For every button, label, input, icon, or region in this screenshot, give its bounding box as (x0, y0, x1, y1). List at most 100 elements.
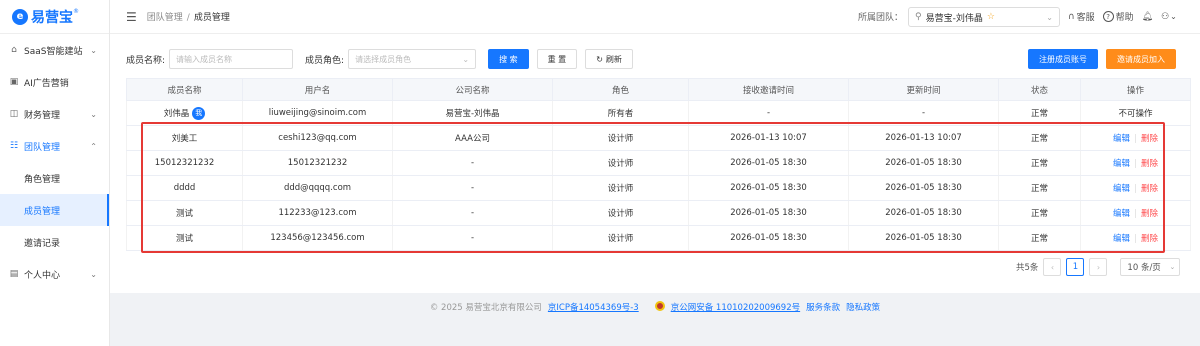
sidebar-item-label: 团队管理 (24, 142, 61, 153)
sidebar-item-personal[interactable]: ▤ 个人中心 ⌄ (0, 258, 109, 290)
account-menu[interactable]: ⚇ ⌄ (1161, 12, 1177, 22)
table-row: 测试 112233@123.com - 设计师 2026-01-05 18:30… (126, 200, 1191, 226)
cell-role: 设计师 (552, 150, 689, 176)
logo-mark-icon: e (12, 8, 28, 25)
page-number-current[interactable]: 1 (1066, 258, 1085, 276)
column-header: 公司名称 (392, 78, 553, 101)
header-actions: ∩ 客服 ? 帮助 🔔︎ ⚇ ⌄ (1068, 10, 1177, 23)
member-role-placeholder: 请选择成员角色 (355, 54, 412, 64)
copyright-text: © 2025 易营宝北京有限公司 (429, 303, 542, 313)
cell-username: ceshi123@qq.com (242, 125, 393, 151)
filter-bar: 成员名称: 请输入成员名称 成员角色: 请选择成员角色 ⌄ 搜 索 重 置 ↻ … (126, 48, 1190, 70)
cell-name: 15012321232 (126, 150, 243, 176)
cell-accept-time: 2026-01-05 18:30 (688, 200, 849, 226)
cell-update-time: 2026-01-05 18:30 (848, 200, 999, 226)
next-page-button[interactable]: › (1089, 258, 1108, 276)
op-separator: | (1134, 159, 1137, 169)
sidebar-subitem-invites[interactable]: 邀请记录 (0, 226, 109, 258)
refresh-button[interactable]: ↻ 刷新 (585, 49, 633, 69)
member-role-select[interactable]: 请选择成员角色 ⌄ (348, 49, 477, 69)
members-table: 成员名称 用户名 公司名称 角色 接收邀请时间 更新时间 状态 操作 刘伟晶我 … (126, 78, 1191, 251)
terms-link[interactable]: 服务条款 (806, 301, 840, 313)
status-badge: 正常 (998, 150, 1081, 176)
user-icon: ▤ (9, 269, 19, 279)
finance-icon: ◫ (9, 109, 19, 119)
cell-accept-time: 2026-01-05 18:30 (688, 150, 849, 176)
cell-update-time: 2026-01-05 18:30 (848, 175, 999, 201)
sidebar-item-label: 个人中心 (24, 270, 61, 281)
breadcrumb-separator: / (186, 13, 190, 23)
pagination: 共5条 ‹ 1 › 10 条/页 ⌄ (1016, 258, 1181, 276)
sidebar-subitem-roles[interactable]: 角色管理 (0, 162, 109, 194)
help-icon: ? (1102, 11, 1114, 22)
edit-button[interactable]: 编辑 (1113, 184, 1130, 194)
member-name-input[interactable]: 请输入成员名称 (169, 49, 294, 69)
help-label: 帮助 (1115, 13, 1134, 23)
delete-button[interactable]: 删除 (1141, 159, 1158, 169)
table-header-row: 成员名称 用户名 公司名称 角色 接收邀请时间 更新时间 状态 操作 (126, 78, 1191, 101)
column-header: 角色 (552, 78, 689, 101)
edit-button[interactable]: 编辑 (1113, 159, 1130, 169)
icp-link[interactable]: 京ICP备14054369号-3 (548, 301, 639, 313)
customer-service-label: 客服 (1076, 13, 1095, 23)
invite-member-button[interactable]: 邀请成员加入 (1106, 49, 1176, 69)
cell-role: 设计师 (552, 175, 689, 201)
reset-button[interactable]: 重 置 (536, 49, 578, 69)
column-header: 更新时间 (848, 78, 999, 101)
sidebar-item-team[interactable]: ☷ 团队管理 ⌃ (0, 130, 109, 162)
headset-icon: ∩ (1068, 11, 1075, 22)
register-member-button[interactable]: 注册成员账号 (1028, 49, 1098, 69)
team-icon: ☷ (9, 141, 19, 151)
edit-button[interactable]: 编辑 (1113, 234, 1130, 244)
breadcrumb-item[interactable]: 团队管理 (147, 13, 183, 23)
cell-username: 112233@123.com (242, 200, 393, 226)
privacy-link[interactable]: 隐私政策 (846, 301, 880, 313)
sidebar-item-ai-ads[interactable]: ▣ AI广告营销 (0, 66, 109, 98)
edit-button[interactable]: 编辑 (1113, 134, 1130, 144)
sidebar-item-saas[interactable]: ⌂ SaaS智能建站 ⌄ (0, 34, 109, 66)
delete-button[interactable]: 删除 (1141, 184, 1158, 194)
brand-name: 易营宝 (31, 9, 73, 26)
help-button[interactable]: ? 帮助 (1102, 10, 1134, 23)
cell-update-time: 2026-01-05 18:30 (848, 150, 999, 176)
cell-username: liuweijing@sinoim.com (242, 100, 393, 126)
sidebar-subitem-label: 邀请记录 (24, 238, 61, 249)
menu-toggle-icon[interactable]: ☰ (126, 10, 137, 24)
bell-icon[interactable]: 🔔︎ (1142, 12, 1153, 22)
chevron-down-icon: ⌄ (462, 54, 470, 64)
column-header: 操作 (1080, 78, 1191, 101)
delete-button[interactable]: 删除 (1141, 209, 1158, 219)
cell-username: ddd@qqqq.com (242, 175, 393, 201)
refresh-icon: ↻ (596, 54, 603, 64)
delete-button[interactable]: 删除 (1141, 234, 1158, 244)
prev-page-button[interactable]: ‹ (1043, 258, 1062, 276)
search-button[interactable]: 搜 索 (488, 49, 529, 69)
page-size-value: 10 条/页 (1127, 263, 1161, 273)
page-size-select[interactable]: 10 条/页 ⌄ (1120, 258, 1181, 276)
sidebar-item-finance[interactable]: ◫ 财务管理 ⌄ (0, 98, 109, 130)
edit-button[interactable]: 编辑 (1113, 209, 1130, 219)
table-row: dddd ddd@qqqq.com - 设计师 2026-01-05 18:30… (126, 175, 1191, 201)
member-name: 刘伟晶 (163, 108, 190, 119)
delete-button[interactable]: 删除 (1141, 134, 1158, 144)
chevron-down-icon: ⌄ (90, 269, 97, 279)
sidebar-subitem-members[interactable]: 成员管理 (0, 194, 109, 226)
table-row: 刘美工 ceshi123@qq.com AAA公司 设计师 2026-01-13… (126, 125, 1191, 151)
sidebar-item-label: SaaS智能建站 (24, 46, 83, 57)
column-header: 接收邀请时间 (688, 78, 849, 101)
logo[interactable]: e 易营宝 ® (0, 0, 109, 34)
cell-name: 测试 (126, 225, 243, 251)
cell-name: 刘美工 (126, 125, 243, 151)
sidebar-menu: ⌂ SaaS智能建站 ⌄ ▣ AI广告营销 ◫ 财务管理 ⌄ ☷ 团队管理 ⌃ … (0, 34, 109, 290)
customer-service-button[interactable]: ∩ 客服 (1068, 10, 1095, 24)
team-select[interactable]: ⚲ 易营宝-刘伟晶 ☆ ⌄ (908, 7, 1060, 27)
police-record-link[interactable]: 京公网安备 11010202009692号 (671, 301, 800, 313)
team-label: 所属团队： (858, 13, 904, 23)
status-badge: 正常 (998, 175, 1081, 201)
team-select-value: 易营宝-刘伟晶 (925, 13, 983, 24)
cell-ops: 编辑 | 删除 (1080, 225, 1191, 251)
cell-username: 123456@123456.com (242, 225, 393, 251)
member-role-label: 成员角色: (305, 55, 345, 66)
cell-company: 易营宝-刘伟晶 (392, 100, 553, 126)
cell-company: - (392, 225, 553, 251)
